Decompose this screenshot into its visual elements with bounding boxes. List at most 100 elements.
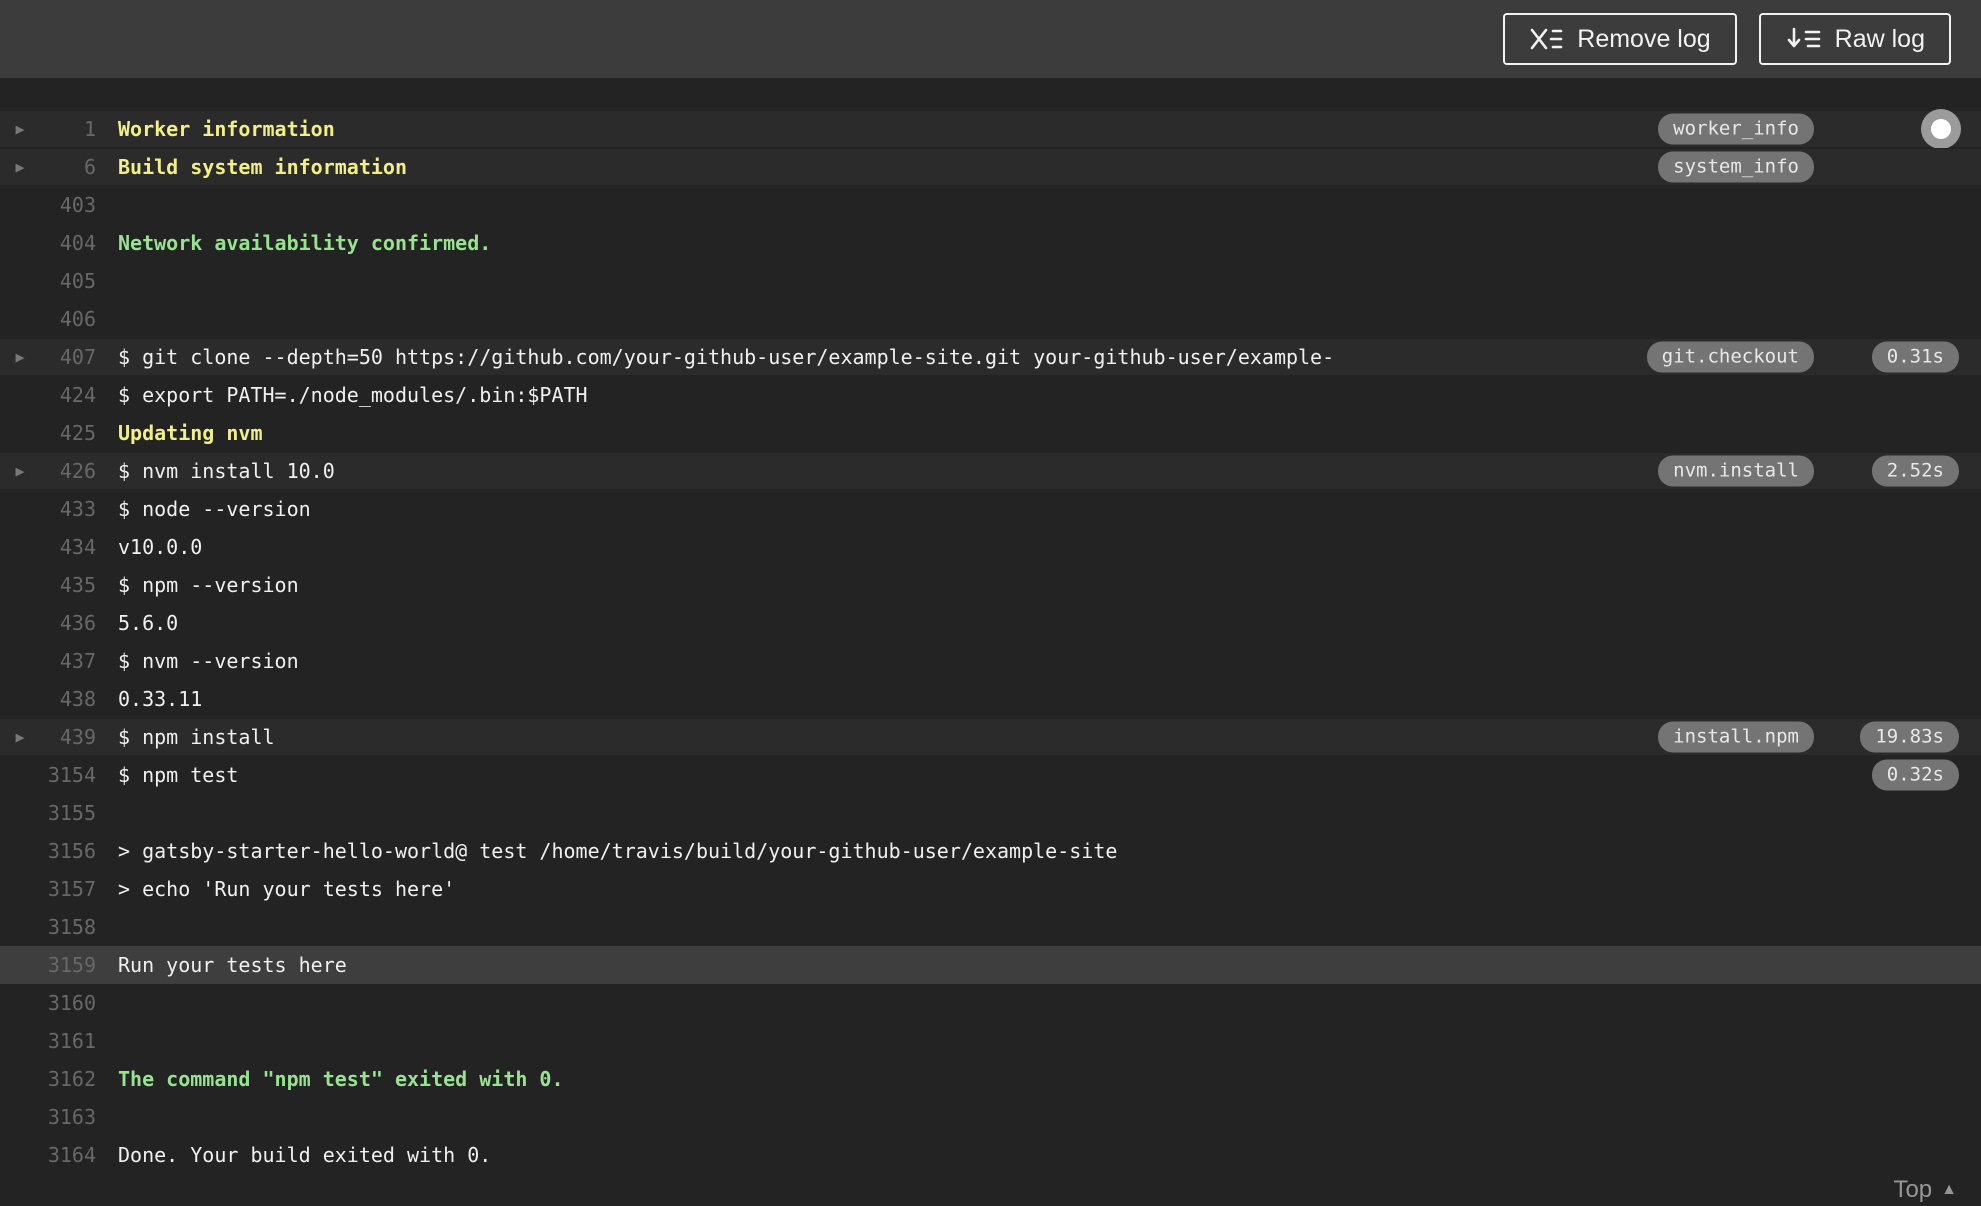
log-line: ▶ 3162 The command "npm test" exited wit… <box>0 1060 1981 1098</box>
log-line: ▶ 436 5.6.0 <box>0 604 1981 642</box>
line-number[interactable]: 3158 <box>40 915 96 939</box>
log-line: ▶ 3157 > echo 'Run your tests here' <box>0 870 1981 908</box>
line-text: Run your tests here <box>118 953 347 977</box>
log-line: ▶ 425 Updating nvm <box>0 414 1981 452</box>
step-name-badge: git.checkout <box>1646 341 1814 373</box>
log-line: ▶ 406 <box>0 300 1981 338</box>
line-number[interactable]: 3161 <box>40 1029 96 1053</box>
log-line: ▶ 405 <box>0 262 1981 300</box>
line-number[interactable]: 439 <box>40 725 96 749</box>
log-line: ▶ 437 $ nvm --version <box>0 642 1981 680</box>
line-number[interactable]: 436 <box>40 611 96 635</box>
line-number[interactable]: 3160 <box>40 991 96 1015</box>
line-text: $ node --version <box>118 497 311 521</box>
log-line: ▶ 3163 <box>0 1098 1981 1136</box>
line-number[interactable]: 3157 <box>40 877 96 901</box>
line-text: $ nvm install 10.0 <box>118 459 335 483</box>
fold-toggle-icon[interactable]: ▶ <box>0 110 40 148</box>
log-line: ▶ 439 $ npm install install.npm 19.83s <box>0 718 1981 756</box>
line-text: 0.33.11 <box>118 687 203 711</box>
line-number[interactable]: 424 <box>40 383 96 407</box>
indicator-dot <box>1931 119 1951 139</box>
line-number[interactable]: 425 <box>40 421 96 445</box>
circle-dot-icon <box>1921 109 1961 149</box>
fold-toggle-icon[interactable]: ▶ <box>0 338 40 376</box>
log-line: ▶ 426 $ nvm install 10.0 nvm.install 2.5… <box>0 452 1981 490</box>
step-name-badge: nvm.install <box>1658 455 1814 487</box>
line-number[interactable]: 3164 <box>40 1143 96 1167</box>
line-number[interactable]: 3155 <box>40 801 96 825</box>
remove-log-button[interactable]: Remove log <box>1503 13 1737 65</box>
line-number[interactable]: 434 <box>40 535 96 559</box>
line-number[interactable]: 3162 <box>40 1067 96 1091</box>
log-line: ▶ 434 v10.0.0 <box>0 528 1981 566</box>
down-arrow-with-list-icon <box>1785 25 1821 53</box>
log-line: ▶ 433 $ node --version <box>0 490 1981 528</box>
line-text: $ npm --version <box>118 573 299 597</box>
build-log: ▶ 1 Worker information worker_info ▶ 6 B… <box>0 78 1981 1174</box>
line-number[interactable]: 435 <box>40 573 96 597</box>
log-line: ▶ 3164 Done. Your build exited with 0. <box>0 1136 1981 1174</box>
step-duration-badge: 0.31s <box>1871 341 1959 373</box>
line-text: $ npm test <box>118 763 239 787</box>
log-line: ▶ 3158 <box>0 908 1981 946</box>
log-line: ▶ 3160 <box>0 984 1981 1022</box>
line-text: Done. Your build exited with 0. <box>118 1143 492 1167</box>
line-number[interactable]: 3156 <box>40 839 96 863</box>
line-text: Updating nvm <box>118 421 263 445</box>
up-triangle-icon: ▲ <box>1941 1181 1957 1198</box>
line-number[interactable]: 406 <box>40 307 96 331</box>
raw-log-label: Raw log <box>1834 24 1925 53</box>
line-number[interactable]: 6 <box>40 155 96 179</box>
log-line: ▶ 404 Network availability confirmed. <box>0 224 1981 262</box>
log-line: ▶ 1 Worker information worker_info <box>0 109 1981 149</box>
line-text: > echo 'Run your tests here' <box>118 877 456 901</box>
step-duration-badge: 2.52s <box>1871 455 1959 487</box>
log-line: ▶ 3156 > gatsby-starter-hello-world@ tes… <box>0 832 1981 870</box>
line-number[interactable]: 426 <box>40 459 96 483</box>
line-number[interactable]: 3154 <box>40 763 96 787</box>
log-line: ▶ 407 $ git clone --depth=50 https://git… <box>0 338 1981 376</box>
x-with-list-icon <box>1529 25 1563 53</box>
log-line: ▶ 3159 Run your tests here <box>0 946 1981 984</box>
line-text: Worker information <box>118 117 335 141</box>
line-number[interactable]: 437 <box>40 649 96 673</box>
step-duration-badge: 19.83s <box>1860 721 1959 753</box>
log-line: ▶ 3154 $ npm test 0.32s <box>0 756 1981 794</box>
line-number[interactable]: 407 <box>40 345 96 369</box>
log-toolbar: Remove log Raw log <box>0 0 1981 78</box>
line-number[interactable]: 438 <box>40 687 96 711</box>
line-text: The command "npm test" exited with 0. <box>118 1067 564 1091</box>
line-number[interactable]: 433 <box>40 497 96 521</box>
step-name-badge: system_info <box>1658 151 1814 183</box>
fold-toggle-icon[interactable]: ▶ <box>0 148 40 186</box>
line-text: Network availability confirmed. <box>118 231 492 255</box>
raw-log-button[interactable]: Raw log <box>1758 13 1951 65</box>
line-text: $ nvm --version <box>118 649 299 673</box>
log-footer: Top ▲ <box>0 1174 1981 1206</box>
fold-toggle-icon[interactable]: ▶ <box>0 718 40 756</box>
log-line: ▶ 6 Build system information system_info <box>0 148 1981 186</box>
fold-toggle-icon[interactable]: ▶ <box>0 452 40 490</box>
log-line: ▶ 424 $ export PATH=./node_modules/.bin:… <box>0 376 1981 414</box>
line-number[interactable]: 403 <box>40 193 96 217</box>
log-line: ▶ 438 0.33.11 <box>0 680 1981 718</box>
line-text: $ npm install <box>118 725 275 749</box>
line-number[interactable]: 405 <box>40 269 96 293</box>
line-text: 5.6.0 <box>118 611 179 635</box>
top-link-label: Top <box>1893 1176 1933 1203</box>
line-number[interactable]: 3163 <box>40 1105 96 1129</box>
line-text: v10.0.0 <box>118 535 203 559</box>
line-number[interactable]: 1 <box>40 117 96 141</box>
log-line: ▶ 403 <box>0 186 1981 224</box>
log-line: ▶ 3161 <box>0 1022 1981 1060</box>
step-name-badge: worker_info <box>1658 113 1814 145</box>
line-text: $ export PATH=./node_modules/.bin:$PATH <box>118 383 588 407</box>
line-number[interactable]: 3159 <box>40 953 96 977</box>
scroll-to-top-link[interactable]: Top ▲ <box>1893 1176 1957 1204</box>
line-text: Build system information <box>118 155 407 179</box>
line-text: $ git clone --depth=50 https://github.co… <box>118 345 1335 369</box>
line-number[interactable]: 404 <box>40 231 96 255</box>
log-line: ▶ 435 $ npm --version <box>0 566 1981 604</box>
remove-log-label: Remove log <box>1577 24 1711 53</box>
